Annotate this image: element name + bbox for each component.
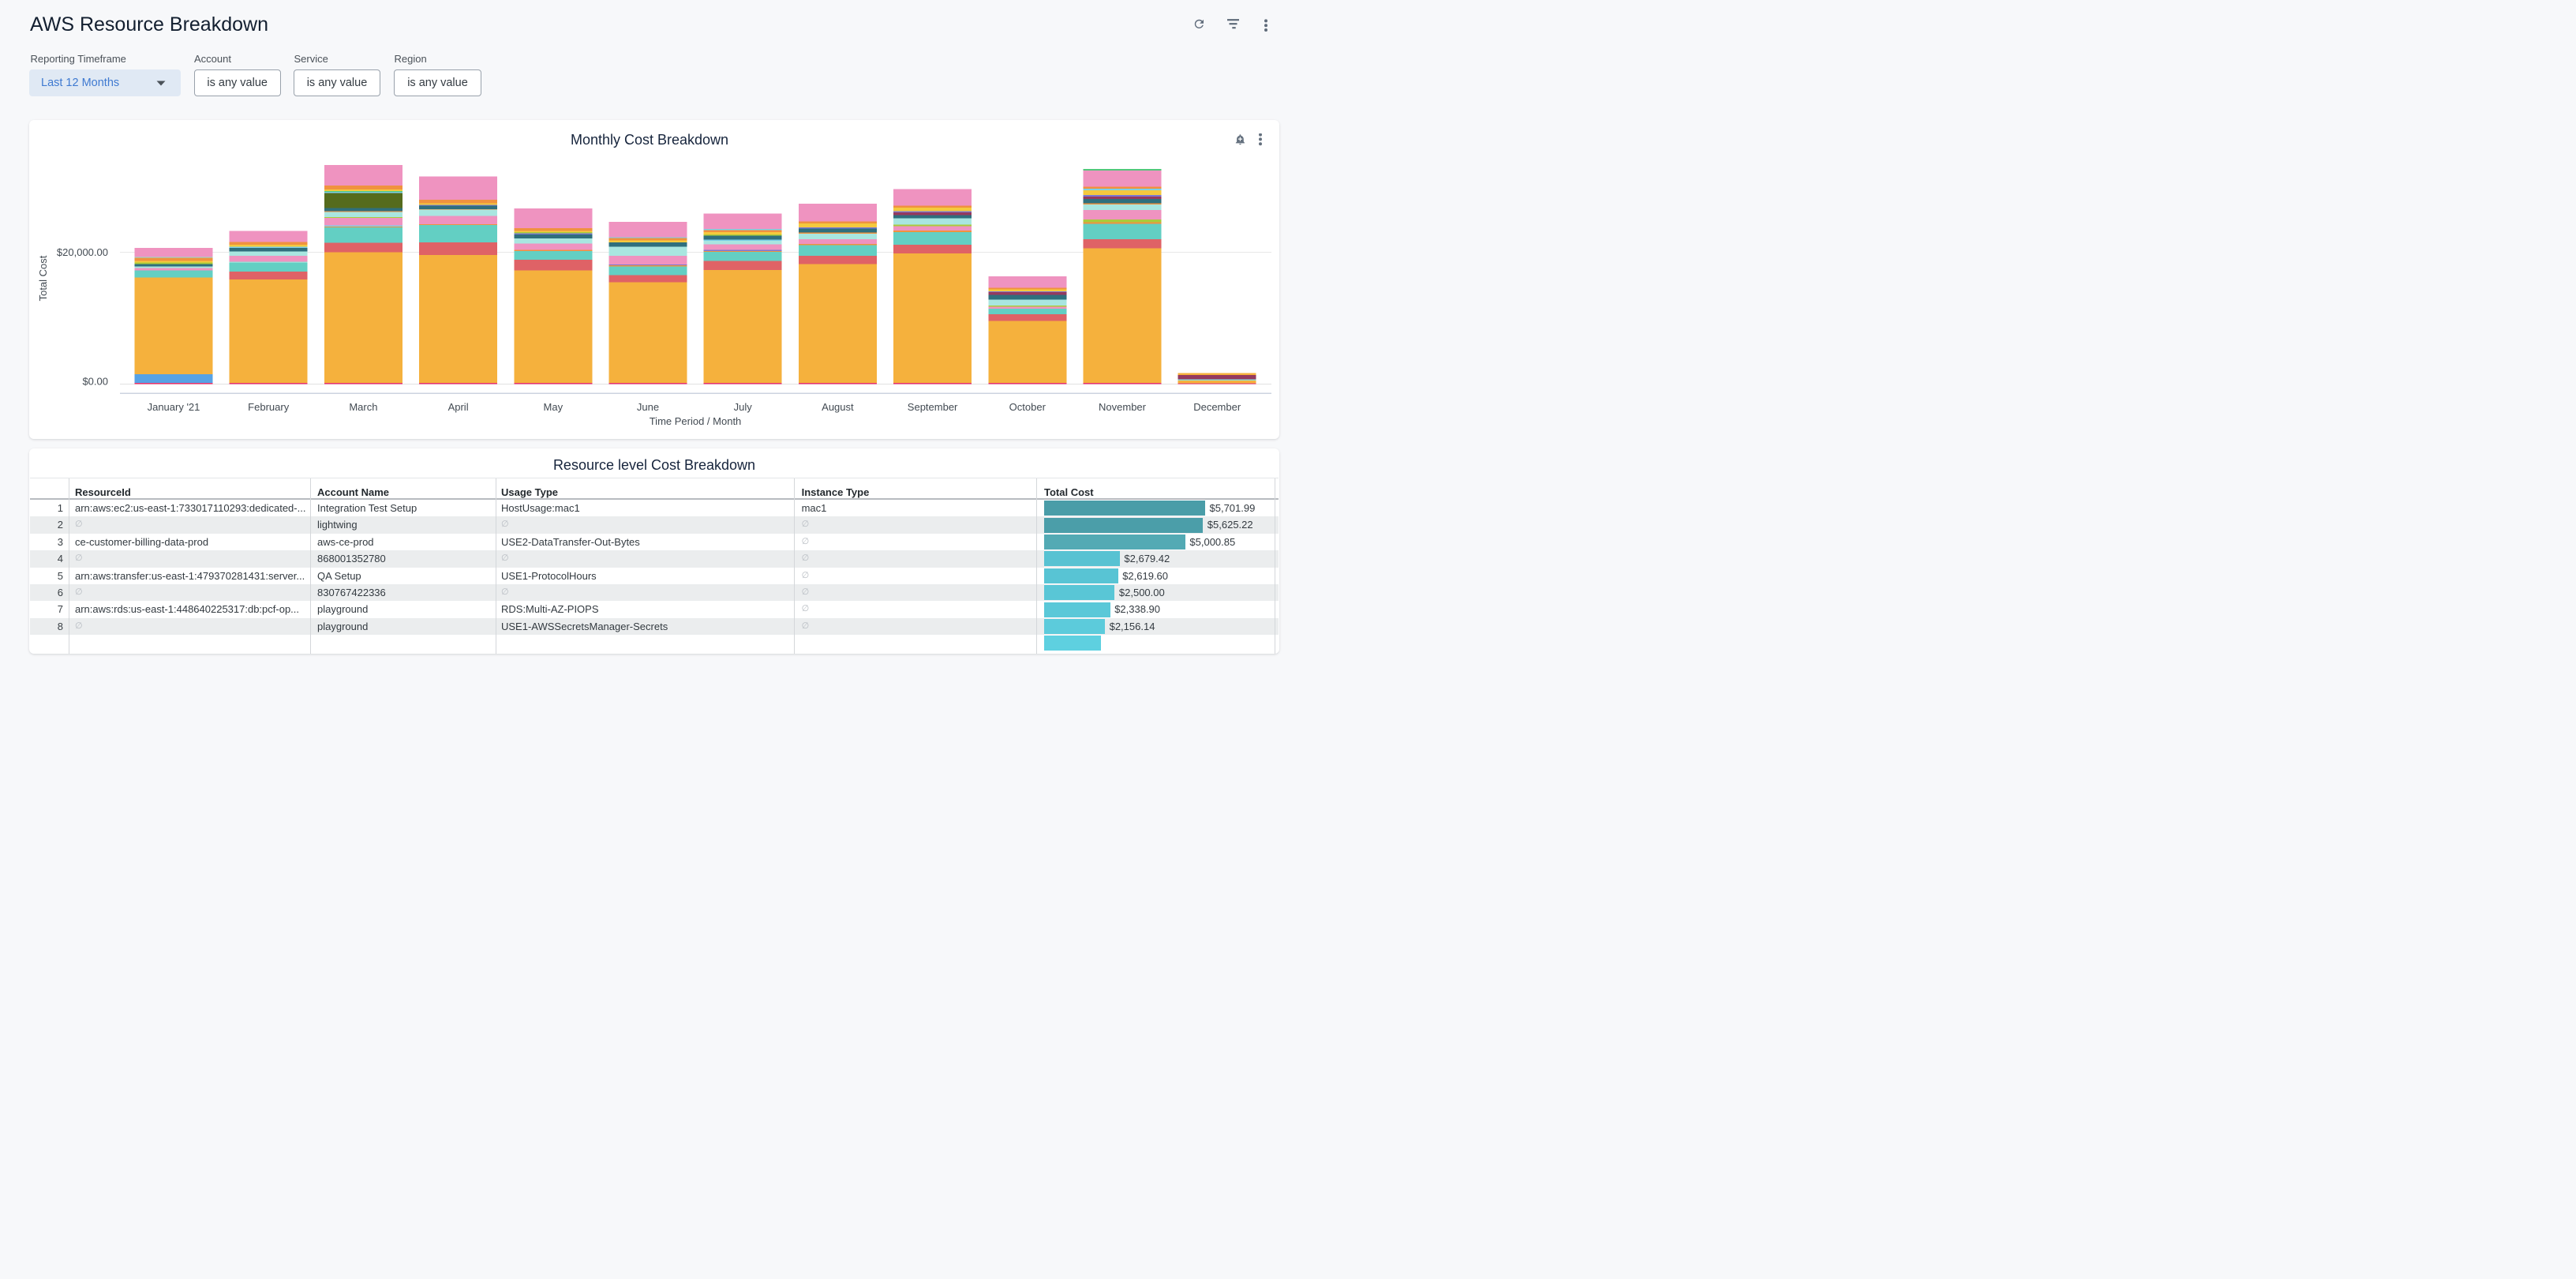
svg-text:September: September xyxy=(908,401,958,413)
svg-text:March: March xyxy=(349,401,377,413)
svg-text:Time Period / Month: Time Period / Month xyxy=(650,415,742,427)
svg-text:Total Cost: Total Cost xyxy=(37,255,49,301)
svg-text:November: November xyxy=(1099,401,1147,413)
svg-text:August: August xyxy=(822,401,854,413)
svg-text:July: July xyxy=(734,401,753,413)
svg-text:April: April xyxy=(448,401,469,413)
svg-text:$20,000.00: $20,000.00 xyxy=(57,246,108,258)
svg-text:$0.00: $0.00 xyxy=(82,376,108,388)
svg-text:December: December xyxy=(1193,401,1241,413)
svg-text:October: October xyxy=(1009,401,1046,413)
svg-text:May: May xyxy=(544,401,564,413)
svg-text:June: June xyxy=(637,401,659,413)
svg-text:February: February xyxy=(248,401,290,413)
svg-text:January '21: January '21 xyxy=(148,401,200,413)
